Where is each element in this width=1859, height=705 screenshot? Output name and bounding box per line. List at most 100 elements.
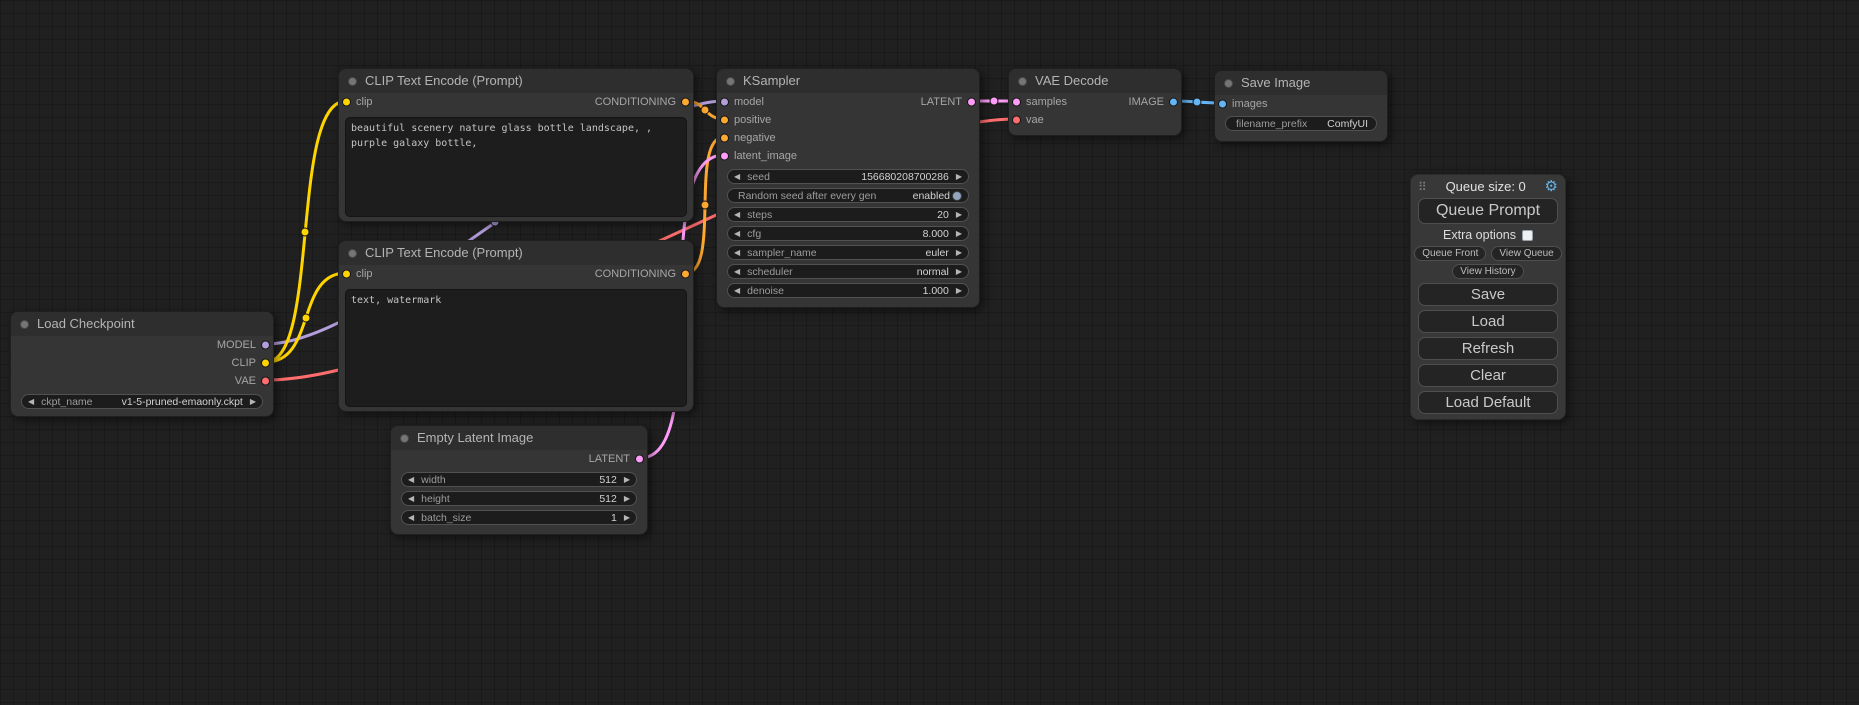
decrement-icon[interactable]: ◀	[734, 268, 740, 276]
view-queue-button[interactable]: View Queue	[1491, 246, 1561, 261]
decrement-icon[interactable]: ◀	[408, 495, 414, 503]
positive-prompt-textarea[interactable]: beautiful scenery nature glass bottle la…	[345, 117, 687, 217]
output-port-clip[interactable]	[261, 359, 270, 368]
input-port-positive[interactable]	[720, 116, 729, 125]
decrement-icon[interactable]: ◀	[734, 287, 740, 295]
increment-icon[interactable]: ▶	[956, 173, 962, 181]
decrement-icon[interactable]: ◀	[408, 476, 414, 484]
decrement-icon[interactable]: ◀	[734, 173, 740, 181]
increment-icon[interactable]: ▶	[624, 514, 630, 522]
input-port-clip[interactable]	[342, 270, 351, 279]
collapse-icon[interactable]	[726, 77, 735, 86]
slot-label-latent: LATENT	[921, 93, 962, 111]
output-port-conditioning[interactable]	[681, 98, 690, 107]
increment-icon[interactable]: ▶	[250, 398, 256, 406]
slot-label-clip: clip	[356, 265, 373, 283]
seed-control-toggle-icon[interactable]	[952, 191, 962, 201]
load-default-button[interactable]: Load Default	[1418, 391, 1558, 414]
node-title-bar[interactable]: CLIP Text Encode (Prompt)	[339, 69, 693, 93]
node-empty-latent-image[interactable]: Empty Latent Image LATENT ◀ width 512 ▶ …	[390, 425, 648, 535]
widget-seed[interactable]: ◀ seed 156680208700286 ▶	[727, 169, 969, 184]
input-port-samples[interactable]	[1012, 98, 1021, 107]
load-button[interactable]: Load	[1418, 310, 1558, 333]
node-clip-text-encode-negative[interactable]: CLIP Text Encode (Prompt) clip CONDITION…	[338, 240, 694, 412]
increment-icon[interactable]: ▶	[956, 249, 962, 257]
node-load-checkpoint[interactable]: Load Checkpoint MODEL CLIP VAE ◀ ckpt_na…	[10, 311, 274, 417]
output-port-vae[interactable]	[261, 377, 270, 386]
node-ksampler[interactable]: KSampler model LATENT positive negative …	[716, 68, 980, 308]
node-clip-text-encode-positive[interactable]: CLIP Text Encode (Prompt) clip CONDITION…	[338, 68, 694, 222]
widget-seed-control[interactable]: Random seed after every gen enabled	[727, 188, 969, 203]
widget-label: cfg	[747, 228, 761, 240]
decrement-icon[interactable]: ◀	[28, 398, 34, 406]
node-title: CLIP Text Encode (Prompt)	[365, 73, 523, 88]
collapse-icon[interactable]	[348, 77, 357, 86]
node-title-bar[interactable]: CLIP Text Encode (Prompt)	[339, 241, 693, 265]
widget-label: denoise	[747, 285, 784, 297]
negative-prompt-textarea[interactable]: text, watermark	[345, 289, 687, 407]
output-port-conditioning[interactable]	[681, 270, 690, 279]
wire-midpoint-positive	[701, 106, 709, 114]
output-slot-model: MODEL	[11, 336, 273, 354]
queue-front-button[interactable]: Queue Front	[1414, 246, 1486, 261]
node-title: CLIP Text Encode (Prompt)	[365, 245, 523, 260]
refresh-button[interactable]: Refresh	[1418, 337, 1558, 360]
clear-button[interactable]: Clear	[1418, 364, 1558, 387]
widget-cfg[interactable]: ◀ cfg 8.000 ▶	[727, 226, 969, 241]
input-port-model[interactable]	[720, 98, 729, 107]
slot-label-model: MODEL	[217, 339, 256, 351]
input-port-negative[interactable]	[720, 134, 729, 143]
input-port-images[interactable]	[1218, 100, 1227, 109]
collapse-icon[interactable]	[400, 434, 409, 443]
decrement-icon[interactable]: ◀	[408, 514, 414, 522]
increment-icon[interactable]: ▶	[624, 495, 630, 503]
widget-steps[interactable]: ◀ steps 20 ▶	[727, 207, 969, 222]
settings-gear-icon[interactable]: ⚙	[1545, 179, 1558, 194]
collapse-icon[interactable]	[1018, 77, 1027, 86]
increment-icon[interactable]: ▶	[956, 268, 962, 276]
widget-height[interactable]: ◀ height 512 ▶	[401, 491, 637, 506]
output-port-latent[interactable]	[635, 455, 644, 464]
node-title-bar[interactable]: Save Image	[1215, 71, 1387, 95]
widget-label: sampler_name	[747, 247, 816, 259]
output-port-latent[interactable]	[967, 98, 976, 107]
increment-icon[interactable]: ▶	[956, 287, 962, 295]
collapse-icon[interactable]	[1224, 79, 1233, 88]
decrement-icon[interactable]: ◀	[734, 249, 740, 257]
widget-sampler-name[interactable]: ◀ sampler_name euler ▶	[727, 245, 969, 260]
input-port-vae[interactable]	[1012, 116, 1021, 125]
widget-value: 20	[937, 209, 949, 221]
increment-icon[interactable]: ▶	[956, 230, 962, 238]
increment-icon[interactable]: ▶	[956, 211, 962, 219]
node-graph-canvas[interactable]: Load Checkpoint MODEL CLIP VAE ◀ ckpt_na…	[0, 0, 1859, 705]
input-port-clip[interactable]	[342, 98, 351, 107]
decrement-icon[interactable]: ◀	[734, 211, 740, 219]
decrement-icon[interactable]: ◀	[734, 230, 740, 238]
widget-width[interactable]: ◀ width 512 ▶	[401, 472, 637, 487]
node-title-bar[interactable]: Empty Latent Image	[391, 426, 647, 450]
extra-options-checkbox[interactable]	[1522, 230, 1533, 241]
wire-midpoint-clip-negative	[302, 314, 310, 322]
node-vae-decode[interactable]: VAE Decode samples IMAGE vae	[1008, 68, 1182, 136]
widget-ckpt-name[interactable]: ◀ ckpt_name v1-5-pruned-emaonly.ckpt ▶	[21, 394, 263, 409]
widget-batch-size[interactable]: ◀ batch_size 1 ▶	[401, 510, 637, 525]
collapse-icon[interactable]	[348, 249, 357, 258]
widget-filename-prefix[interactable]: filename_prefix ComfyUI	[1225, 116, 1377, 131]
output-port-image[interactable]	[1169, 98, 1178, 107]
node-title-bar[interactable]: KSampler	[717, 69, 979, 93]
queue-prompt-button[interactable]: Queue Prompt	[1418, 198, 1558, 224]
node-save-image[interactable]: Save Image images filename_prefix ComfyU…	[1214, 70, 1388, 142]
increment-icon[interactable]: ▶	[624, 476, 630, 484]
widget-scheduler[interactable]: ◀ scheduler normal ▶	[727, 264, 969, 279]
widget-label: ckpt_name	[41, 396, 92, 408]
view-history-button[interactable]: View History	[1452, 264, 1523, 279]
output-port-model[interactable]	[261, 341, 270, 350]
node-title-bar[interactable]: Load Checkpoint	[11, 312, 273, 336]
widget-denoise[interactable]: ◀ denoise 1.000 ▶	[727, 283, 969, 298]
save-button[interactable]: Save	[1418, 283, 1558, 306]
collapse-icon[interactable]	[20, 320, 29, 329]
input-port-latent-image[interactable]	[720, 152, 729, 161]
drag-handle-icon[interactable]: ⠿	[1418, 180, 1427, 194]
slot-label-vae: VAE	[235, 375, 256, 387]
node-title-bar[interactable]: VAE Decode	[1009, 69, 1181, 93]
